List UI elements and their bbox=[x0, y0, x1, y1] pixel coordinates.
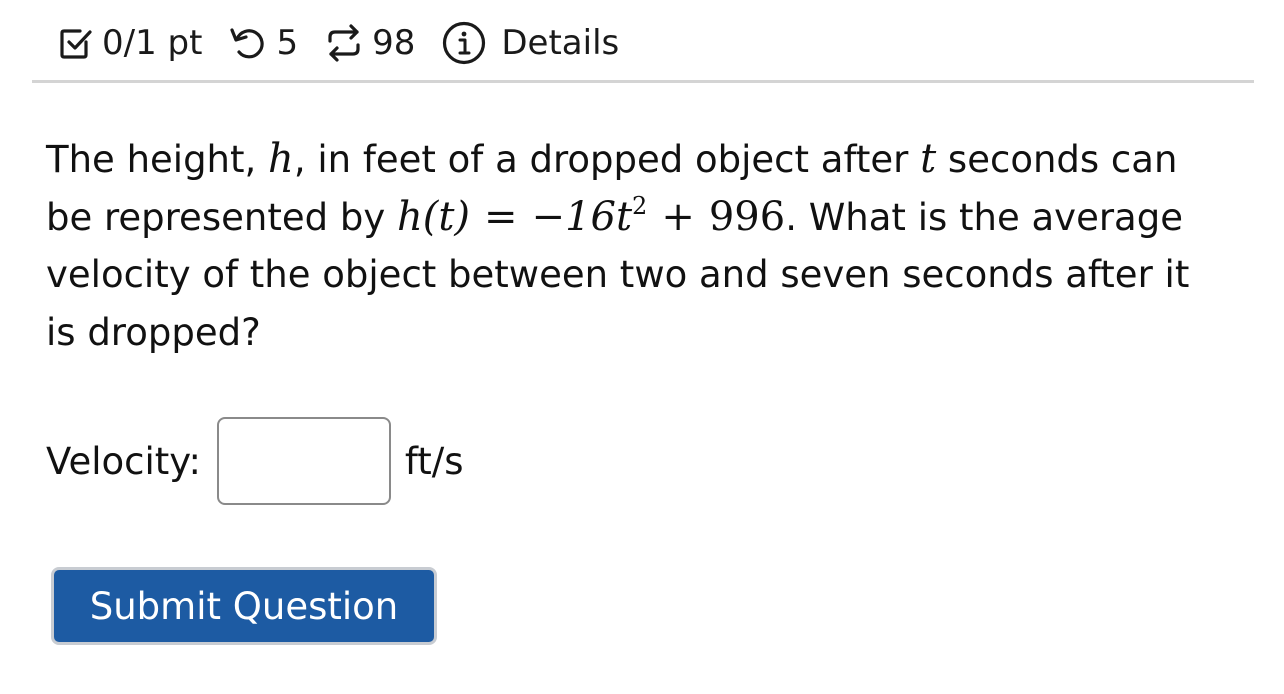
question-text: The height, h, in feet of a dropped obje… bbox=[46, 131, 1236, 361]
question-header: 0/1 pt 5 98 Details bbox=[58, 14, 645, 72]
question-text-segment: be represented by bbox=[46, 195, 397, 239]
repeat-icon bbox=[324, 23, 364, 63]
checkbox-icon bbox=[58, 25, 94, 61]
formula-exponent: 2 bbox=[632, 191, 648, 220]
score-indicator: 0/1 pt bbox=[58, 23, 202, 63]
attempts-indicator: 98 bbox=[324, 23, 415, 63]
question-page: 0/1 pt 5 98 Details The height, h, in fe… bbox=[0, 0, 1284, 694]
formula-plus: + bbox=[661, 193, 695, 240]
question-line-3: velocity of the object between two and s… bbox=[46, 253, 1190, 296]
score-text: 0/1 pt bbox=[102, 23, 203, 63]
question-text-segment: seconds can bbox=[936, 138, 1178, 181]
formula-term: −16t bbox=[531, 193, 633, 240]
height-formula: h(t) = −16t2 +996 bbox=[397, 194, 785, 240]
variable-h: h bbox=[268, 136, 294, 182]
submit-question-button[interactable]: Submit Question bbox=[51, 567, 437, 645]
header-divider bbox=[32, 80, 1254, 83]
question-text-segment: . What is the average bbox=[785, 195, 1183, 239]
answer-row: Velocity: ft/s bbox=[46, 414, 464, 508]
details-label[interactable]: Details bbox=[501, 23, 619, 63]
retries-count: 5 bbox=[276, 23, 299, 63]
velocity-unit: ft/s bbox=[404, 439, 464, 483]
velocity-input[interactable] bbox=[216, 417, 391, 505]
question-text-segment: The height, bbox=[46, 138, 269, 181]
info-icon[interactable] bbox=[441, 20, 487, 66]
formula-lhs: h(t) bbox=[396, 193, 471, 240]
question-line-2: be represented by h(t) = −16t2 +996. What i… bbox=[46, 189, 1236, 247]
question-text-segment: , in feet of a dropped object after bbox=[293, 138, 921, 181]
formula-constant: 996 bbox=[708, 193, 786, 240]
details-link[interactable]: Details bbox=[441, 20, 619, 66]
velocity-label: Velocity: bbox=[46, 439, 201, 483]
formula-equals: = bbox=[484, 193, 518, 240]
retries-indicator: 5 bbox=[228, 23, 298, 63]
variable-t: t bbox=[920, 136, 937, 182]
attempts-count: 98 bbox=[372, 23, 416, 63]
retry-icon bbox=[228, 25, 268, 61]
question-line-4: is dropped? bbox=[46, 310, 261, 354]
question-line-1: The height, h, in feet of a dropped obje… bbox=[46, 131, 1236, 189]
